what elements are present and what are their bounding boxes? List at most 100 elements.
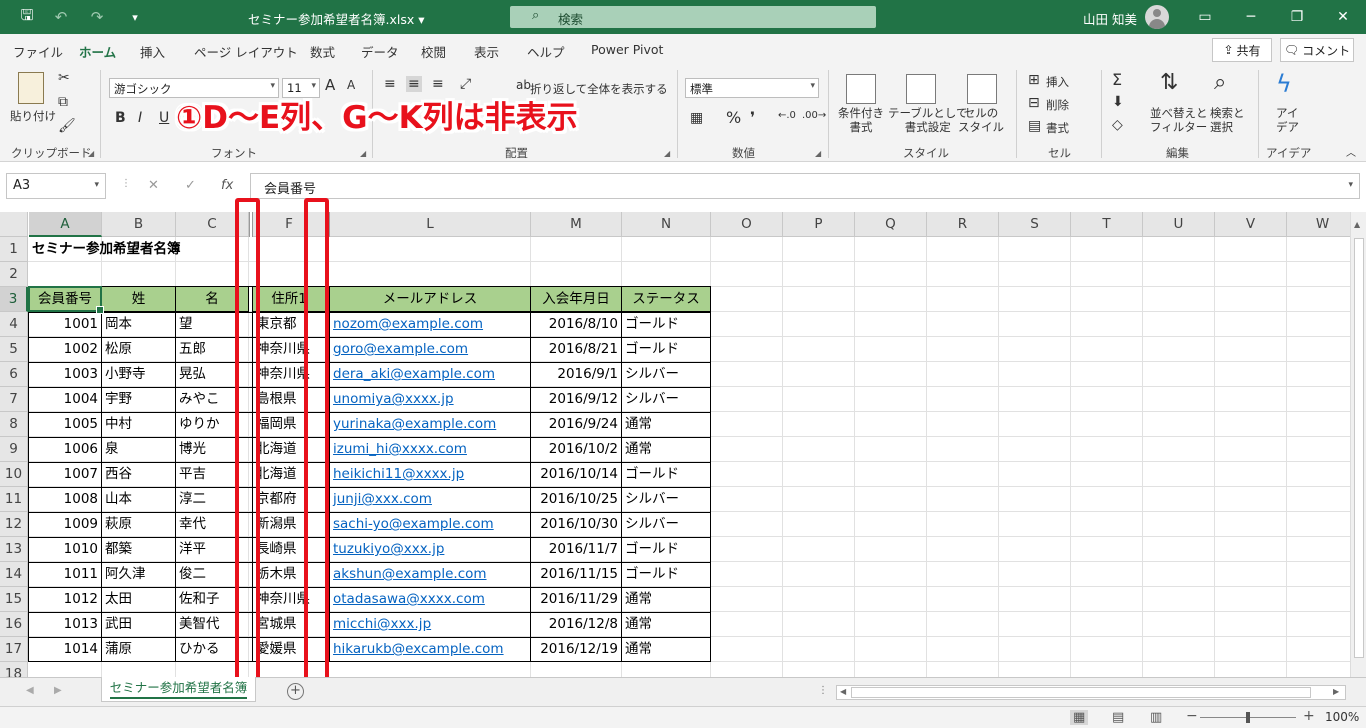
sheet-title-cell[interactable]: セミナー参加希望者名簿 [29, 237, 181, 262]
join-date-cell[interactable]: 2016/8/10 [531, 312, 621, 337]
enter-icon[interactable]: ✓ [185, 178, 196, 193]
address-cell[interactable]: 愛媛県 [253, 637, 325, 662]
redo-icon[interactable]: ↷ [80, 0, 114, 34]
row-header-18[interactable]: 18 [0, 662, 28, 677]
row-header-10[interactable]: 10 [0, 462, 28, 487]
alignment-launcher-icon[interactable]: ◢ [664, 149, 670, 158]
address-cell[interactable]: 神奈川県 [253, 587, 325, 612]
sheet-tab-active[interactable]: セミナー参加希望者名簿 [101, 677, 256, 702]
address-cell[interactable]: 長崎県 [253, 537, 325, 562]
name-box[interactable]: A3 ▾ [6, 173, 106, 199]
format-cells-icon[interactable]: ▤ [1028, 118, 1041, 134]
accounting-format-icon[interactable]: ▦ [690, 110, 703, 126]
row-header-6[interactable]: 6 [0, 362, 28, 387]
orientation-icon[interactable]: ⤢ [460, 76, 471, 92]
email-cell[interactable]: akshun@example.com [330, 562, 530, 587]
row-header-4[interactable]: 4 [0, 312, 28, 337]
join-date-cell[interactable]: 2016/11/7 [531, 537, 621, 562]
last-name-cell[interactable]: 太田 [102, 587, 175, 612]
email-cell[interactable]: hikarukb@excample.com [330, 637, 530, 662]
row-header-5[interactable]: 5 [0, 337, 28, 362]
table-header-cell[interactable]: ステータス [621, 286, 711, 312]
select-all-corner[interactable] [0, 212, 28, 237]
page-break-preview-icon[interactable]: ▥ [1150, 710, 1162, 725]
column-header-p[interactable]: P [783, 212, 855, 237]
clipboard-launcher-icon[interactable]: ◢ [88, 149, 94, 158]
comments-button[interactable]: 🗨 コメント [1280, 38, 1354, 62]
collapse-ribbon-icon[interactable]: ︿ [1346, 144, 1356, 159]
find-select-icon[interactable]: ⌕ [1214, 70, 1226, 95]
join-date-cell[interactable]: 2016/10/14 [531, 462, 621, 487]
address-cell[interactable]: 神奈川県 [253, 362, 325, 387]
scroll-right-icon[interactable]: ▶ [1333, 687, 1339, 696]
minimize-icon[interactable]: ─ [1228, 0, 1274, 34]
italic-button[interactable]: I [138, 110, 142, 126]
cell-styles-button[interactable]: セルの スタイル [958, 106, 1004, 134]
first-name-cell[interactable]: ゆりか [176, 412, 248, 437]
column-header-b[interactable]: B [102, 212, 176, 237]
normal-view-icon[interactable]: ▦ [1070, 710, 1089, 725]
join-date-cell[interactable]: 2016/8/21 [531, 337, 621, 362]
customize-quick-access-icon[interactable]: ▾ [118, 0, 152, 34]
last-name-cell[interactable]: 都築 [102, 537, 175, 562]
row-header-13[interactable]: 13 [0, 537, 28, 562]
number-launcher-icon[interactable]: ◢ [815, 149, 821, 158]
tab-home[interactable]: ホーム [79, 42, 117, 67]
first-name-cell[interactable]: 洋平 [176, 537, 248, 562]
last-name-cell[interactable]: 中村 [102, 412, 175, 437]
last-name-cell[interactable]: 萩原 [102, 512, 175, 537]
email-cell[interactable]: heikichi11@xxxx.jp [330, 462, 530, 487]
status-cell[interactable]: シルバー [622, 487, 710, 512]
first-name-cell[interactable]: 俊二 [176, 562, 248, 587]
restore-icon[interactable]: ❐ [1274, 0, 1320, 34]
ribbon-display-options-icon[interactable]: ▭ [1182, 0, 1228, 34]
user-name[interactable]: 山田 知美 [1083, 9, 1137, 28]
status-cell[interactable]: シルバー [622, 362, 710, 387]
member-id-cell[interactable]: 1009 [29, 512, 101, 537]
row-header-3[interactable]: 3 [0, 287, 28, 312]
first-name-cell[interactable]: 幸代 [176, 512, 248, 537]
align-top-icon[interactable]: ≡ [384, 76, 396, 92]
status-cell[interactable]: ゴールド [622, 312, 710, 337]
status-cell[interactable]: 通常 [622, 587, 710, 612]
email-cell[interactable]: unomiya@xxxx.jp [330, 387, 530, 412]
page-layout-view-icon[interactable]: ▤ [1112, 710, 1124, 725]
first-name-cell[interactable]: 五郎 [176, 337, 248, 362]
member-id-cell[interactable]: 1002 [29, 337, 101, 362]
tab-formulas[interactable]: 数式 [310, 42, 335, 61]
join-date-cell[interactable]: 2016/10/25 [531, 487, 621, 512]
member-id-cell[interactable]: 1012 [29, 587, 101, 612]
last-name-cell[interactable]: 山本 [102, 487, 175, 512]
hidden-columns-marker-g-k[interactable] [326, 212, 330, 237]
last-name-cell[interactable]: 松原 [102, 337, 175, 362]
tab-split-handle-icon[interactable]: ⋮ [818, 685, 828, 696]
last-name-cell[interactable]: 阿久津 [102, 562, 175, 587]
row-header-11[interactable]: 11 [0, 487, 28, 512]
column-header-r[interactable]: R [927, 212, 999, 237]
column-header-c[interactable]: C [176, 212, 249, 237]
column-header-q[interactable]: Q [855, 212, 927, 237]
member-id-cell[interactable]: 1011 [29, 562, 101, 587]
fill-icon[interactable]: ⬇ [1112, 94, 1124, 110]
first-name-cell[interactable]: 平吉 [176, 462, 248, 487]
conditional-formatting-button[interactable]: 条件付き 書式 [838, 106, 884, 134]
member-id-cell[interactable]: 1003 [29, 362, 101, 387]
copy-icon[interactable]: ⧉ [58, 94, 68, 110]
join-date-cell[interactable]: 2016/10/30 [531, 512, 621, 537]
last-name-cell[interactable]: 武田 [102, 612, 175, 637]
cell-styles-icon[interactable] [967, 74, 997, 104]
status-cell[interactable]: シルバー [622, 512, 710, 537]
status-cell[interactable]: ゴールド [622, 562, 710, 587]
table-header-cell[interactable]: 住所1 [252, 286, 326, 312]
underline-button[interactable]: U [159, 110, 169, 126]
status-cell[interactable]: 通常 [622, 412, 710, 437]
tab-file[interactable]: ファイル [13, 42, 63, 61]
member-id-cell[interactable]: 1010 [29, 537, 101, 562]
first-name-cell[interactable]: 望 [176, 312, 248, 337]
column-header-n[interactable]: N [622, 212, 711, 237]
column-header-f[interactable]: F [253, 212, 326, 237]
email-cell[interactable]: goro@example.com [330, 337, 530, 362]
delete-cells-button[interactable]: 削除 [1046, 97, 1069, 113]
tab-view[interactable]: 表示 [474, 42, 499, 61]
zoom-in-icon[interactable]: + [1303, 708, 1315, 724]
